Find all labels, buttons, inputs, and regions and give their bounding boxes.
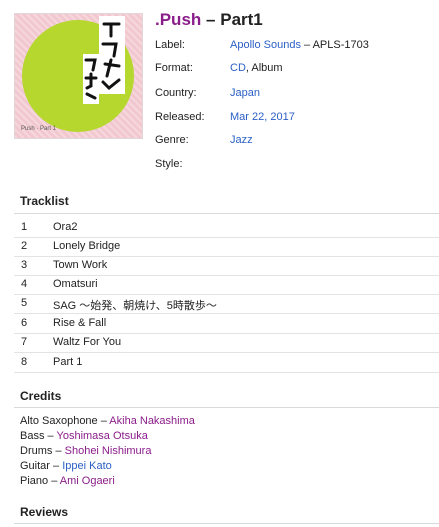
country-link[interactable]: Japan [230,87,260,99]
style-key: Style: [155,158,183,170]
track-title: Lonely Bridge [53,240,121,252]
track-title: Rise & Fall [53,317,107,329]
track-position: 3 [21,259,28,271]
credit-role: Guitar [20,460,50,472]
track-row[interactable]: 8 Part 1 [14,353,439,373]
credit-role: Bass [20,430,45,442]
credits-heading: Credits [20,389,62,403]
album-cover[interactable]: Push · Part 1 [14,13,143,139]
label-link[interactable]: Apollo Sounds [230,39,301,51]
credits-divider [14,407,439,408]
track-position: 7 [21,336,28,348]
track-title: Part 1 [53,356,83,368]
credit-artist-link[interactable]: Ami Ogaeri [60,475,115,487]
track-row[interactable]: 4 Omatsuri [14,275,439,295]
track-title: Omatsuri [53,278,98,290]
track-row[interactable]: 5 SAG 〜始発、朝焼け、5時散歩〜 [14,294,439,314]
credit-row: Guitar – Ippei Kato [20,460,112,472]
genre-key: Genre: [155,134,189,146]
credit-row: Bass – Yoshimasa Otsuka [20,430,148,442]
track-row[interactable]: 6 Rise & Fall [14,314,439,334]
track-position: 4 [21,278,28,290]
format-link[interactable]: CD [230,62,246,74]
credit-role: Piano [20,475,49,487]
cover-caption: Push · Part 1 [21,126,57,132]
credit-artist-link[interactable]: Yoshimasa Otsuka [57,430,148,442]
label-catalog: – APLS-1703 [304,39,369,51]
credit-role: Drums [20,445,53,457]
credit-row: Piano – Ami Ogaeri [20,475,115,487]
released-link[interactable]: Mar 22, 2017 [230,111,295,123]
credit-role: Alto Saxophone [20,415,98,427]
label-key: Label: [155,39,185,51]
track-position: 6 [21,317,28,329]
cover-art [22,16,134,132]
track-position: 5 [21,297,28,309]
reviews-heading: Reviews [20,505,69,519]
track-row[interactable]: 7 Waltz For You [14,333,439,353]
credit-row: Drums – Shohei Nishimura [20,445,152,457]
track-position: 8 [21,356,28,368]
tracklist-heading: Tracklist [20,194,69,208]
track-row[interactable]: 1 Ora2 [14,218,439,238]
track-title: SAG 〜始発、朝焼け、5時散歩〜 [53,300,217,312]
track-row[interactable]: 2 Lonely Bridge [14,237,439,257]
reviews-divider [14,523,439,524]
artist-link[interactable]: .Push [155,10,201,29]
title-separator: – [206,10,216,29]
released-key: Released: [155,111,205,123]
format-suffix: , Album [245,62,283,74]
release-name: Part1 [220,10,263,29]
credit-artist-link[interactable]: Shohei Nishimura [65,445,152,457]
tracklist-divider [14,213,439,214]
track-position: 1 [21,221,28,233]
credit-row: Alto Saxophone – Akiha Nakashima [20,415,195,427]
track-title: Ora2 [53,221,78,233]
credit-artist-link[interactable]: Ippei Kato [62,460,112,472]
genre-link[interactable]: Jazz [230,134,253,146]
credit-artist-link[interactable]: Akiha Nakashima [109,415,195,427]
track-position: 2 [21,240,28,252]
format-key: Format: [155,62,193,74]
track-row[interactable]: 3 Town Work [14,256,439,276]
release-title: .Push – Part1 [155,10,263,30]
country-key: Country: [155,87,197,99]
track-title: Town Work [53,259,108,271]
track-title: Waltz For You [53,336,122,348]
